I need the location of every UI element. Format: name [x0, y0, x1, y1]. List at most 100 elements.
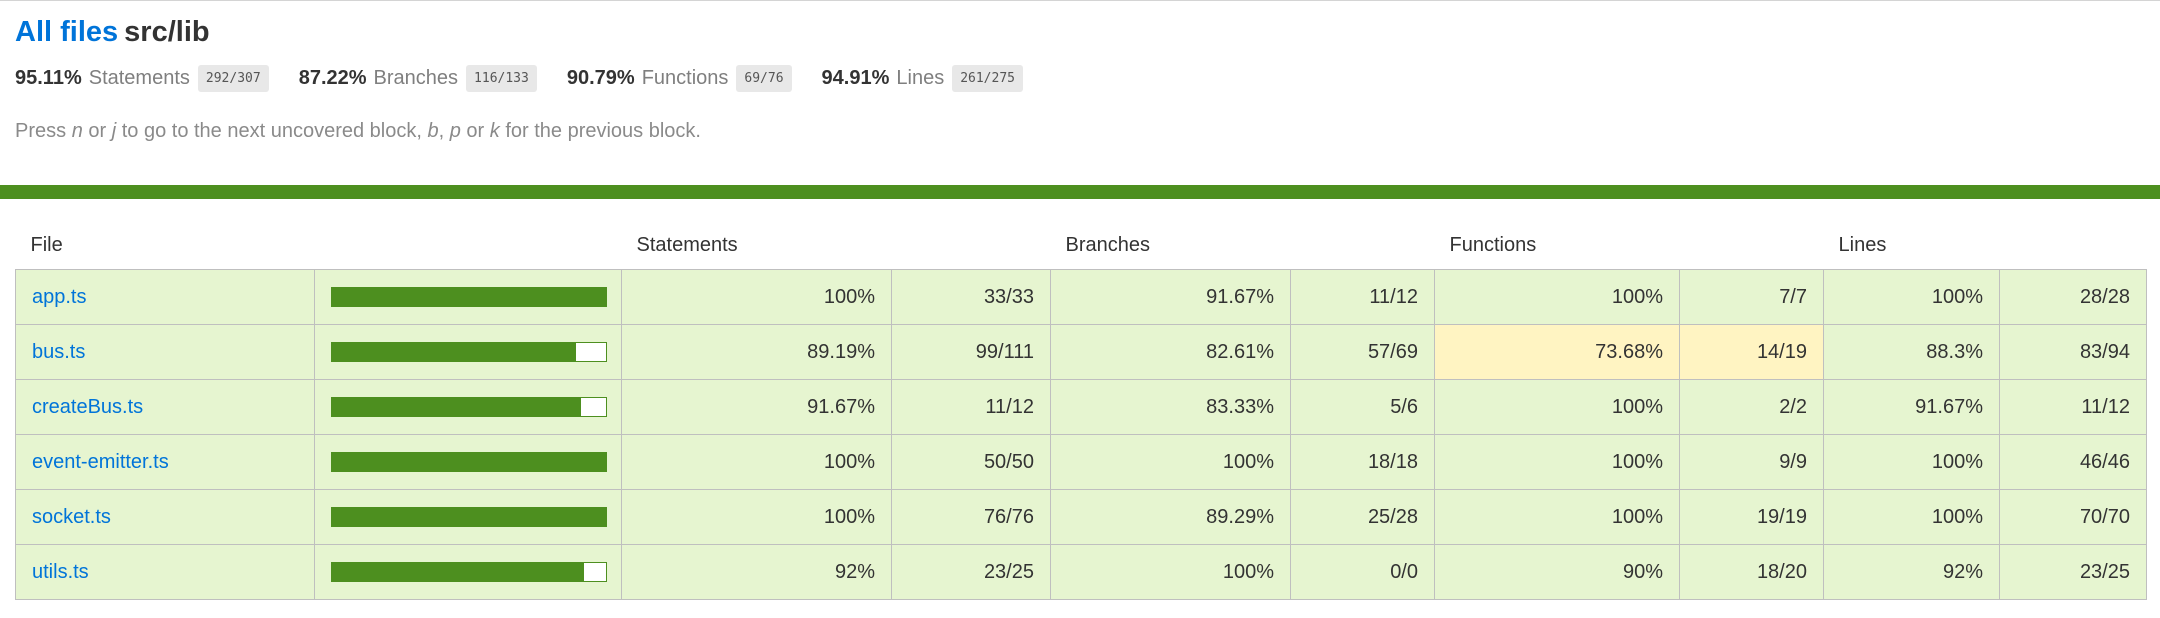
coverage-bar-fill: [332, 453, 606, 471]
column-header-branches[interactable]: Branches: [1051, 221, 1291, 270]
coverage-bar-cell: [314, 544, 622, 600]
branches-fraction-cell: 0/0: [1290, 544, 1435, 600]
branches-fraction-cell: 5/6: [1290, 379, 1435, 435]
statements-pct-cell: 100%: [621, 269, 892, 325]
coverage-bar-cell: [314, 269, 622, 325]
table-row: bus.ts 89.19% 99/111 82.61% 57/69 73.68% 14/19…: [15, 324, 2147, 380]
summary-pct: 95.11%: [15, 66, 82, 89]
branches-pct-cell: 100%: [1050, 434, 1291, 490]
summary-pct: 90.79%: [566, 66, 635, 89]
functions-fraction-cell: 14/19: [1679, 324, 1824, 380]
file-link[interactable]: socket.ts: [32, 506, 111, 528]
current-path: src/lib: [124, 16, 210, 48]
branches-fraction-cell: 11/12: [1290, 269, 1435, 325]
lines-pct-cell: 88.3%: [1823, 324, 2000, 380]
column-header-lines[interactable]: Lines: [1824, 221, 2000, 270]
lines-fraction-cell: 46/46: [1999, 434, 2147, 490]
functions-fraction-cell: 2/2: [1679, 379, 1824, 435]
coverage-bar-fill: [332, 508, 606, 526]
coverage-bar: [331, 452, 607, 472]
summary-fraction: 261/275: [952, 64, 1023, 92]
column-header-statements[interactable]: Statements: [622, 221, 892, 270]
branches-pct-cell: 89.29%: [1050, 489, 1291, 545]
statements-fraction-cell: 23/25: [891, 544, 1051, 600]
statements-pct-cell: 89.19%: [621, 324, 892, 380]
file-link[interactable]: app.ts: [32, 286, 86, 308]
file-cell: app.ts: [15, 269, 315, 325]
coverage-summary: 95.11% Statements 292/307 87.22% Branche…: [15, 62, 2145, 94]
functions-fraction-cell: 19/19: [1679, 489, 1824, 545]
column-header-statements-raw: [892, 221, 1051, 270]
lines-fraction-cell: 28/28: [1999, 269, 2147, 325]
statements-fraction-cell: 50/50: [891, 434, 1051, 490]
summary-branches: 87.22% Branches 116/133: [298, 64, 537, 92]
file-cell: bus.ts: [15, 324, 315, 380]
lines-pct-cell: 100%: [1823, 489, 2000, 545]
coverage-bar-cell: [314, 489, 622, 545]
coverage-status-bar: [0, 185, 2160, 199]
coverage-bar-fill: [332, 288, 606, 306]
functions-fraction-cell: 7/7: [1679, 269, 1824, 325]
functions-fraction-cell: 18/20: [1679, 544, 1824, 600]
lines-pct-cell: 91.67%: [1823, 379, 2000, 435]
summary-label: Functions: [641, 66, 729, 89]
table-row: utils.ts 92% 23/25 100% 0/0 90% 18/20 92% 23/25: [15, 544, 2147, 600]
coverage-bar-cell: [314, 324, 622, 380]
functions-fraction-cell: 9/9: [1679, 434, 1824, 490]
summary-fraction: 292/307: [197, 64, 269, 92]
file-link[interactable]: event-emitter.ts: [32, 451, 169, 473]
page-header: All files src/lib 95.11% Statements 292/3…: [0, 0, 2160, 143]
column-header-lines-raw: [2000, 221, 2147, 270]
file-cell: createBus.ts: [15, 379, 315, 435]
branches-fraction-cell: 18/18: [1290, 434, 1435, 490]
statements-pct-cell: 100%: [621, 489, 892, 545]
coverage-bar: [331, 507, 607, 527]
branches-pct-cell: 91.67%: [1050, 269, 1291, 325]
coverage-bar-cell: [314, 434, 622, 490]
coverage-bar-fill: [332, 343, 576, 361]
column-header-file[interactable]: File: [16, 221, 315, 270]
file-link[interactable]: createBus.ts: [32, 396, 143, 418]
lines-fraction-cell: 11/12: [1999, 379, 2147, 435]
coverage-bar: [331, 342, 607, 362]
table-row: event-emitter.ts 100% 50/50 100% 18/18 100% 9/…: [15, 434, 2147, 490]
branches-pct-cell: 82.61%: [1050, 324, 1291, 380]
page-title: All files src/lib: [15, 14, 2145, 50]
summary-statements: 95.11% Statements 292/307: [15, 64, 269, 92]
summary-functions: 90.79% Functions 69/76: [566, 64, 792, 92]
summary-fraction: 116/133: [466, 64, 537, 92]
functions-pct-cell: 100%: [1434, 489, 1680, 545]
coverage-bar-cell: [314, 379, 622, 435]
column-header-branches-raw: [1291, 221, 1435, 270]
statements-fraction-cell: 76/76: [891, 489, 1051, 545]
top-divider: [0, 0, 2160, 1]
coverage-bar: [331, 397, 607, 417]
summary-fraction: 69/76: [736, 64, 792, 92]
summary-pct: 87.22%: [298, 66, 367, 89]
file-cell: utils.ts: [15, 544, 315, 600]
statements-pct-cell: 91.67%: [621, 379, 892, 435]
all-files-link[interactable]: All files: [15, 16, 118, 48]
file-link[interactable]: utils.ts: [32, 561, 89, 583]
branches-pct-cell: 83.33%: [1050, 379, 1291, 435]
coverage-bar: [331, 287, 607, 307]
summary-label: Branches: [373, 66, 459, 89]
summary-label: Lines: [896, 66, 945, 89]
summary-lines: 94.91% Lines 261/275: [822, 64, 1023, 92]
functions-pct-cell: 90%: [1434, 544, 1680, 600]
lines-fraction-cell: 23/25: [1999, 544, 2147, 600]
lines-fraction-cell: 70/70: [1999, 489, 2147, 545]
table-row: socket.ts 100% 76/76 89.29% 25/28 100% 19/19 10…: [15, 489, 2147, 545]
lines-pct-cell: 92%: [1823, 544, 2000, 600]
coverage-bar-fill: [332, 563, 585, 581]
branches-fraction-cell: 57/69: [1290, 324, 1435, 380]
column-header-functions[interactable]: Functions: [1435, 221, 1680, 270]
summary-label: Statements: [88, 66, 190, 89]
keyboard-hint: Press n or j to go to the next uncovered…: [15, 120, 701, 142]
column-header-bar: [315, 221, 622, 270]
coverage-bar: [331, 562, 607, 582]
table-header-row: File Statements Branches Functions Lines: [16, 221, 2147, 270]
file-link[interactable]: bus.ts: [32, 341, 85, 363]
coverage-table: File Statements Branches Functions Lines…: [15, 221, 2147, 600]
lines-fraction-cell: 83/94: [1999, 324, 2147, 380]
